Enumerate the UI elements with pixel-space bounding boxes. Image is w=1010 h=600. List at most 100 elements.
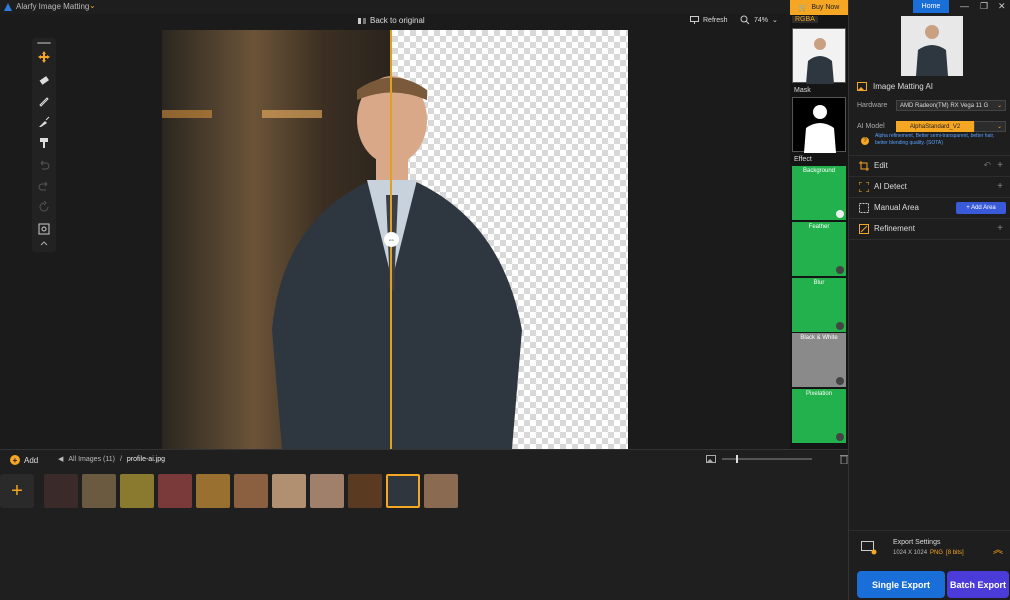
home-button[interactable]: Home — [913, 0, 949, 13]
redo-button[interactable] — [35, 177, 53, 195]
undo-button[interactable] — [35, 156, 53, 174]
thumbnail[interactable] — [120, 474, 154, 508]
move-tool[interactable] — [35, 48, 53, 66]
minimize-icon[interactable]: — — [960, 1, 969, 11]
mask-label: Mask — [794, 87, 811, 94]
section-refinement-label: Refinement — [874, 224, 915, 233]
fit-screen-icon — [38, 223, 50, 235]
drag-grip[interactable] — [37, 42, 51, 44]
reset-button[interactable] — [35, 198, 53, 216]
mask-preview[interactable] — [792, 97, 846, 153]
refresh-label: Refresh — [703, 16, 728, 24]
slider-knob[interactable] — [736, 455, 738, 463]
zoom-icon — [740, 15, 750, 25]
thumbnail-size-slider[interactable] — [722, 455, 812, 463]
thumbnail[interactable] — [348, 474, 382, 508]
section-refinement[interactable]: Refinement + — [849, 218, 1010, 238]
thumbnail[interactable] — [158, 474, 192, 508]
add-images-button[interactable]: + Add — [10, 455, 38, 465]
thumbnail[interactable] — [44, 474, 78, 508]
rgba-label: RGBA — [792, 16, 818, 23]
image-strip: + Add ◀ All Images (11) / profile-ai.jpg… — [0, 449, 848, 600]
thumbnail-selected[interactable] — [386, 474, 420, 508]
effect-black-white[interactable]: Black & White — [792, 333, 846, 387]
export-size: 1024 X 1024 — [893, 550, 928, 556]
all-images-link[interactable]: All Images (11) — [68, 456, 115, 463]
section-edit[interactable]: Edit ↶ + — [849, 155, 1010, 175]
effect-name: Black & White — [800, 335, 838, 341]
undo-icon[interactable]: ↶ — [983, 160, 991, 171]
divider — [849, 239, 1010, 240]
pen-icon — [39, 97, 49, 107]
effect-blur[interactable]: Blur — [792, 278, 846, 332]
unchecked-icon — [836, 322, 844, 330]
single-export-button[interactable]: Single Export — [857, 571, 945, 598]
zoom-control[interactable]: 74% ⌄ — [740, 15, 778, 25]
close-icon[interactable]: ✕ — [998, 1, 1006, 12]
hardware-select[interactable]: AMD Radeon(TM) RX Vega 11 G ⌄ — [896, 100, 1006, 111]
canvas-toolbar: Back to original Refresh 74% ⌄ — [0, 14, 790, 30]
effect-name: Feather — [808, 224, 830, 230]
export-bits: [8 bits] — [946, 550, 964, 556]
chevron-down-icon: ⌄ — [996, 103, 1002, 109]
chevron-down-icon: ⌄ — [772, 17, 778, 24]
refresh-button[interactable]: Refresh — [690, 16, 728, 24]
expand-plus-icon[interactable]: + — [997, 160, 1003, 171]
restore-brush-tool[interactable] — [35, 113, 53, 131]
redo-icon — [38, 181, 48, 191]
undo-icon — [40, 160, 50, 170]
export-settings[interactable]: Export Settings 1024 X 1024 PNG [8 bits]… — [849, 530, 1010, 564]
cart-icon: 🛒 — [798, 4, 808, 12]
section-manual-area[interactable]: Manual Area + Add Area — [849, 197, 1010, 217]
eraser-icon — [39, 76, 49, 85]
thumbnail[interactable] — [196, 474, 230, 508]
thumbnail[interactable] — [82, 474, 116, 508]
chevron-down-icon: ⌄ — [996, 124, 1002, 130]
batch-export-button[interactable]: Batch Export — [947, 571, 1009, 598]
current-file: profile-ai.jpg — [126, 455, 166, 463]
add-label: Add — [24, 455, 39, 465]
effect-pixelation[interactable]: Pixelation — [792, 389, 846, 443]
brush-tool[interactable] — [35, 92, 53, 110]
chevron-down-icon[interactable]: ⌄ — [89, 1, 96, 10]
export-format: PNG — [930, 550, 944, 556]
back-arrow-icon[interactable]: ◀ — [58, 455, 63, 463]
ai-model-select[interactable]: AlphaStandard_V2 — [896, 121, 974, 132]
thumbnail[interactable] — [310, 474, 344, 508]
rgba-preview[interactable] — [792, 28, 846, 84]
effect-background[interactable]: Background — [792, 166, 846, 220]
maximize-icon[interactable]: ❐ — [980, 1, 988, 12]
add-area-button[interactable]: + Add Area — [956, 201, 1006, 214]
compare-handle[interactable]: ⇔ — [384, 232, 399, 247]
thumbnail[interactable] — [272, 474, 306, 508]
section-edit-label: Edit — [874, 161, 888, 170]
plus-icon: + — [11, 479, 23, 502]
back-to-original-button[interactable]: Back to original — [358, 16, 425, 25]
thumbnail[interactable] — [234, 474, 268, 508]
expand-plus-icon[interactable]: + — [997, 223, 1003, 234]
section-ai-detect[interactable]: AI Detect + — [849, 176, 1010, 196]
trash-icon[interactable] — [840, 454, 848, 464]
buy-now-button[interactable]: 🛒 Buy Now — [790, 0, 848, 15]
effect-feather[interactable]: Feather — [792, 222, 846, 276]
paint-roller-tool[interactable] — [35, 134, 53, 152]
chevron-up-double-icon[interactable]: ︽ — [993, 541, 1003, 556]
unchecked-icon — [836, 266, 844, 274]
result-preview — [901, 16, 963, 76]
eraser-tool[interactable] — [35, 71, 53, 89]
expand-plus-icon[interactable]: + — [997, 181, 1003, 192]
back-to-original-label: Back to original — [370, 16, 425, 25]
breadcrumb-separator: / — [119, 455, 122, 463]
select-area-icon — [859, 202, 869, 213]
fit-screen-button[interactable] — [35, 220, 53, 238]
thumbnail[interactable] — [424, 474, 458, 508]
ai-model-dropdown[interactable]: ⌄ — [974, 121, 1006, 132]
help-icon[interactable]: ? — [861, 137, 869, 145]
collapse-tools-button[interactable] — [35, 238, 53, 250]
export-settings-title: Export Settings — [893, 539, 941, 546]
buy-now-label: Buy Now — [811, 4, 840, 11]
arrows-horizontal-icon: ⇔ — [387, 235, 396, 244]
add-image-tile[interactable]: + — [0, 474, 34, 508]
image-icon — [706, 455, 716, 463]
effect-label: Effect — [794, 156, 812, 163]
